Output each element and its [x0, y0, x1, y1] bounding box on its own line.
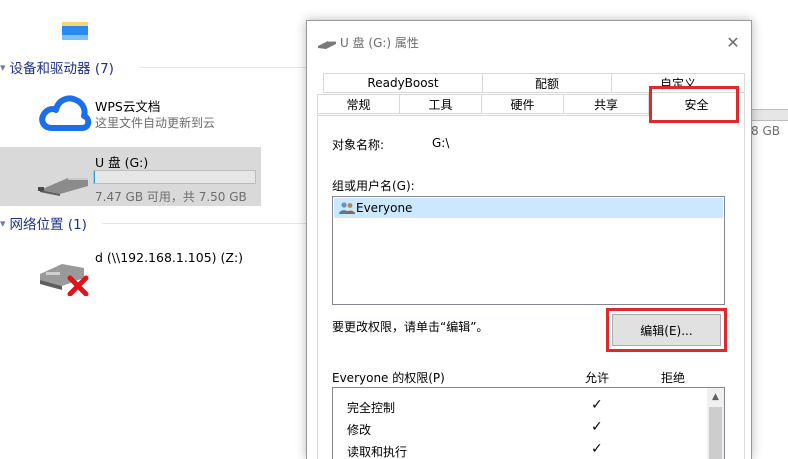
tab-sharing[interactable]: 共享 — [563, 94, 649, 114]
group-divider — [140, 67, 306, 68]
close-button[interactable]: ✕ — [717, 29, 749, 55]
group-divider — [102, 223, 306, 224]
permission-row: 读取和执行 ✓ — [333, 440, 703, 459]
allow-check-icon: ✓ — [591, 419, 603, 435]
group-header-devices[interactable]: ▾ 设备和驱动器 (7) — [0, 57, 114, 78]
wps-item-title[interactable]: WPS云文档 — [95, 96, 160, 115]
usb-drive-subtitle: 7.47 GB 可用，共 7.50 GB — [95, 190, 247, 204]
group-header-label: 设备和驱动器 (7) — [9, 61, 114, 77]
wps-item-subtitle: 这里文件自动更新到云 — [95, 116, 216, 130]
tab-tools[interactable]: 工具 — [399, 94, 482, 114]
usb-drive-title: U 盘 (G:) — [95, 155, 149, 170]
drive-icon — [318, 38, 336, 49]
disconnected-network-drive-icon[interactable] — [36, 252, 94, 297]
close-icon: ✕ — [726, 32, 740, 52]
network-drive-title[interactable]: d (\\192.168.1.105) (Z:) — [95, 250, 243, 265]
usb-drive-icon — [38, 172, 90, 196]
chevron-down-icon: ▾ — [0, 216, 6, 230]
users-icon — [339, 202, 355, 214]
permissions-scrollbar[interactable]: ▲ — [707, 388, 724, 459]
change-permissions-hint: 要更改权限，请单击“编辑”。 — [332, 320, 489, 334]
tab-hardware[interactable]: 硬件 — [481, 94, 564, 114]
permission-row: 修改 ✓ — [333, 418, 703, 438]
cloud-icon[interactable] — [38, 92, 92, 132]
chevron-down-icon: ▾ — [0, 60, 6, 74]
tab-security[interactable]: 安全 — [648, 92, 745, 116]
scroll-thumb[interactable] — [709, 407, 722, 459]
permissions-header: Everyone 的权限(P) — [332, 371, 445, 385]
dialog-title-bar[interactable]: U 盘 (G:) 属性 ✕ — [307, 21, 751, 63]
permissions-list[interactable]: 完全控制 ✓ 修改 ✓ 读取和执行 ✓ ▲ — [332, 387, 725, 459]
scroll-up-button[interactable]: ▲ — [707, 388, 724, 405]
folder-icon — [62, 20, 88, 40]
tab-customize[interactable]: 自定义 — [611, 73, 745, 93]
permission-name: 读取和执行 — [347, 445, 408, 459]
drive-usage-fill — [94, 171, 95, 183]
tab-readyboost[interactable]: ReadyBoost — [323, 73, 483, 93]
users-listbox[interactable]: Everyone — [332, 196, 725, 305]
tab-quota[interactable]: 配额 — [482, 73, 612, 93]
group-header-network[interactable]: ▾ 网络位置 (1) — [0, 213, 87, 234]
user-name: Everyone — [356, 201, 413, 215]
deny-column-header: 拒绝 — [661, 371, 686, 385]
allow-column-header: 允许 — [585, 371, 610, 385]
permission-name: 完全控制 — [347, 401, 396, 415]
drive-usage-bar — [93, 170, 256, 184]
group-header-label: 网络位置 (1) — [9, 217, 87, 233]
group-users-label: 组或用户名(G): — [332, 179, 415, 193]
drive-size-fragment: 8 GB — [751, 124, 780, 138]
object-name-label: 对象名称: — [332, 138, 385, 152]
chevron-up-icon: ▲ — [712, 391, 719, 402]
tab-general[interactable]: 常规 — [317, 94, 400, 114]
allow-check-icon: ✓ — [591, 441, 603, 457]
dialog-title: U 盘 (G:) 属性 — [340, 36, 419, 50]
allow-check-icon: ✓ — [591, 397, 603, 413]
permission-name: 修改 — [347, 423, 372, 437]
drive-usage-bar-partial — [751, 109, 788, 121]
list-item-everyone[interactable]: Everyone — [334, 198, 723, 218]
object-name-value: G:\ — [432, 136, 450, 150]
permission-row: 完全控制 ✓ — [333, 396, 703, 416]
edit-button[interactable]: 编辑(E)... — [612, 314, 721, 346]
